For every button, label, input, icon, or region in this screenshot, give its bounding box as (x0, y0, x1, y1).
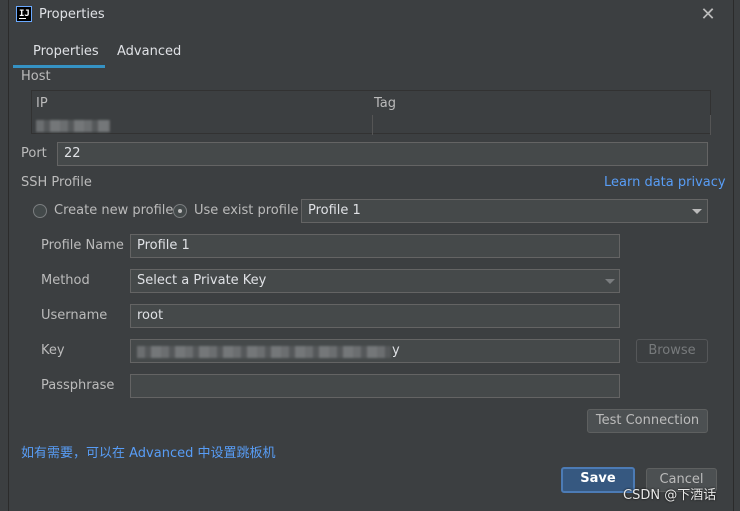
method-select-value: Select a Private Key (137, 273, 267, 288)
username-input[interactable]: root (130, 304, 620, 328)
intellij-app-icon: IJ (16, 6, 32, 22)
profile-select[interactable]: Profile 1 (301, 199, 708, 223)
create-new-profile-label[interactable]: Create new profile (54, 203, 173, 218)
watermark: CSDN @下酒话 (623, 488, 717, 503)
key-path-suffix: y (392, 343, 400, 358)
use-exist-profile-radio[interactable] (173, 204, 187, 218)
background-window-edge (0, 0, 8, 511)
create-new-profile-radio[interactable] (33, 204, 47, 218)
column-divider (372, 115, 373, 135)
profile-select-value: Profile 1 (308, 203, 361, 218)
host-table: IP Tag (31, 90, 711, 135)
port-input[interactable]: 22 (57, 142, 708, 166)
use-exist-profile-label[interactable]: Use exist profile (194, 203, 299, 218)
passphrase-input[interactable] (130, 374, 620, 398)
chevron-down-icon (605, 279, 615, 284)
close-icon[interactable]: ✕ (697, 4, 719, 26)
key-path-redacted (137, 346, 391, 358)
username-label: Username (41, 308, 108, 323)
browse-button[interactable]: Browse (636, 339, 708, 363)
chevron-down-icon (692, 209, 702, 214)
profile-name-label: Profile Name (41, 238, 124, 253)
host-column-ip: IP (36, 96, 48, 111)
background-window-edge-right (734, 0, 740, 511)
method-select[interactable]: Select a Private Key (130, 269, 620, 293)
key-label: Key (41, 343, 65, 358)
port-label: Port (21, 146, 47, 161)
tab-advanced[interactable]: Advanced (117, 40, 189, 68)
host-section-label: Host (21, 69, 51, 84)
advanced-hint-text: 如有需要，可以在 Advanced 中设置跳板机 (21, 446, 276, 461)
learn-data-privacy-link[interactable]: Learn data privacy (604, 175, 726, 190)
host-ip-redacted[interactable] (36, 120, 110, 132)
method-label: Method (41, 273, 90, 288)
ssh-profile-section-label: SSH Profile (21, 175, 92, 190)
profile-name-input[interactable]: Profile 1 (130, 234, 620, 258)
tab-properties[interactable]: Properties (13, 40, 105, 68)
title-bar: IJ Properties ✕ (9, 0, 735, 30)
passphrase-label: Passphrase (41, 378, 115, 393)
column-divider (710, 115, 711, 135)
properties-dialog: IJ Properties ✕ Properties Advanced Host… (8, 0, 734, 511)
window-title: Properties (39, 7, 105, 22)
key-input[interactable]: y (130, 339, 620, 363)
test-connection-button[interactable]: Test Connection (587, 409, 708, 433)
host-column-tag: Tag (374, 96, 397, 111)
